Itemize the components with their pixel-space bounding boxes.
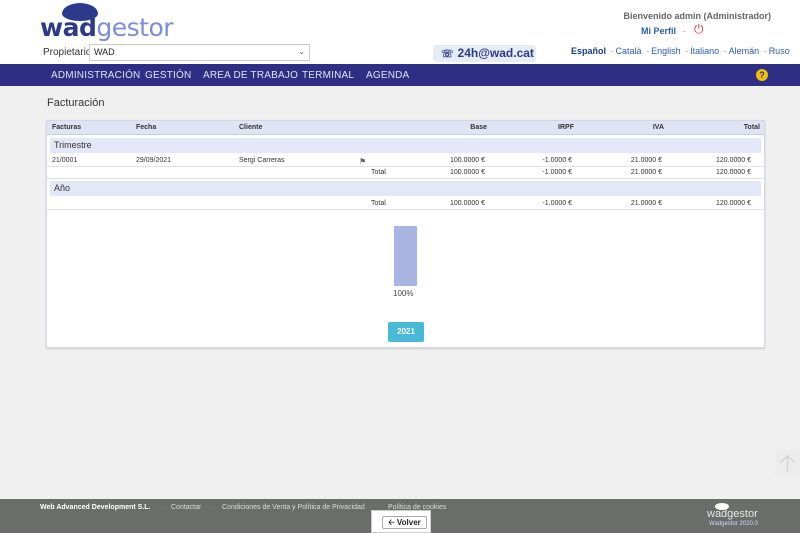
- propietario-value: WAD: [94, 47, 115, 57]
- headset-icon: ☏: [441, 49, 454, 60]
- table-header: Facturas Fecha Cliente Base IRPF IVA Tot…: [47, 121, 764, 135]
- nav-item-administracion[interactable]: ADMINISTRACIÓN: [51, 70, 140, 81]
- col-cliente[interactable]: Cliente: [239, 124, 262, 131]
- cell-iva: 21.0000 €: [630, 157, 662, 164]
- flag-icon[interactable]: ⚑: [359, 157, 366, 166]
- total-base: 100.0000 €: [449, 169, 485, 176]
- top-header: wadgestor Propietario WAD ⌄ ☏ 24h@wad.cat…: [0, 0, 800, 64]
- chart-bar[interactable]: [394, 226, 417, 286]
- cell-base: 100.0000 €: [449, 157, 485, 164]
- chevron-down-icon: ⌄: [298, 47, 305, 56]
- total-base: 100.0000 €: [449, 200, 485, 207]
- total-label: Total: [371, 200, 386, 207]
- footer-logo-text: wadgestor: [707, 508, 758, 520]
- page-title: Facturación: [47, 97, 105, 109]
- section-ano: Año: [50, 181, 761, 196]
- col-irpf[interactable]: IRPF: [558, 124, 574, 131]
- year-2021-button[interactable]: 2021: [388, 322, 424, 342]
- footer-version: Wadgestor 2020.0: [709, 521, 758, 527]
- propietario-select[interactable]: WAD ⌄: [89, 44, 310, 61]
- lang-espanol[interactable]: Español: [571, 46, 606, 56]
- cell-total: 120.0000 €: [715, 157, 751, 164]
- total-iva: 21.0000 €: [630, 200, 662, 207]
- col-total[interactable]: Total: [744, 124, 760, 131]
- support-phone-badge: ☏ 24h@wad.cat: [433, 45, 536, 62]
- total-irpf: -1.0000 €: [542, 200, 572, 207]
- cell-fecha: 29/09/2021: [136, 157, 172, 164]
- footer-logo: wadgestor Wadgestor 2020.0: [705, 503, 765, 531]
- lang-aleman[interactable]: Alemán: [729, 46, 760, 56]
- lang-italiano[interactable]: Italiano: [690, 46, 719, 56]
- total-label: Total: [371, 169, 386, 176]
- section-trimestre: Trimestre: [50, 138, 761, 153]
- logo-text-wad: wad: [40, 13, 97, 42]
- support-phone-text: 24h@wad.cat: [457, 46, 534, 60]
- cell-cliente: Sergi Carreras: [239, 157, 285, 164]
- logo-text-gestor: gestor: [96, 13, 174, 42]
- footer-link-contactar[interactable]: Contactar: [171, 504, 201, 511]
- help-icon[interactable]: ?: [756, 69, 768, 81]
- total-iva: 21.0000 €: [630, 169, 662, 176]
- lang-english[interactable]: English: [651, 46, 681, 56]
- total-total: 120.0000 €: [715, 169, 751, 176]
- language-switcher: Español - Català - English - Italiano - Alem…: [571, 46, 790, 56]
- nav-item-terminal[interactable]: TERMINAL: [302, 70, 354, 81]
- total-irpf: -1.0000 €: [542, 169, 572, 176]
- lang-catala[interactable]: Català: [616, 46, 642, 56]
- footer-link-condiciones[interactable]: Condiciones de Venta y Política de Priva…: [222, 504, 365, 511]
- chart-percent-label: 100%: [393, 289, 414, 298]
- col-base[interactable]: Base: [470, 124, 487, 131]
- facturacion-panel: Facturas Fecha Cliente Base IRPF IVA Tot…: [46, 120, 765, 348]
- trimestre-total-row: Total 100.0000 € -1.0000 € 21.0000 € 120…: [47, 167, 764, 179]
- scroll-to-top-icon[interactable]: 🡡: [775, 450, 800, 477]
- col-fecha[interactable]: Fecha: [136, 124, 156, 131]
- cell-factura[interactable]: 21/0001: [52, 157, 77, 164]
- nav-item-gestion[interactable]: GESTIÓN: [145, 70, 191, 81]
- power-logout-icon[interactable]: ⏻: [694, 23, 707, 36]
- mi-perfil-link[interactable]: Mi Perfil: [641, 26, 676, 36]
- arrow-left-icon: 🡠: [388, 518, 395, 527]
- table-row[interactable]: 21/0001 29/09/2021 Sergi Carreras ⚑ 100.…: [47, 155, 764, 167]
- lang-ruso[interactable]: Ruso: [769, 46, 790, 56]
- main-nav: ADMINISTRACIÓN GESTIÓN AREA DE TRABAJO T…: [0, 64, 800, 86]
- total-total: 120.0000 €: [715, 200, 751, 207]
- volver-button[interactable]: 🡠 Volver: [382, 516, 427, 529]
- col-facturas[interactable]: Facturas: [52, 124, 81, 131]
- footer-company: Web Advanced Development S.L.: [40, 504, 151, 511]
- wadgestor-logo[interactable]: wadgestor: [40, 3, 174, 42]
- col-iva[interactable]: IVA: [653, 124, 664, 131]
- header-separator: -: [683, 26, 686, 36]
- nav-item-agenda[interactable]: AGENDA: [366, 70, 409, 81]
- nav-item-area-de-trabajo[interactable]: AREA DE TRABAJO: [203, 70, 298, 81]
- welcome-text: Bienvenido admin (Administrador): [623, 11, 771, 21]
- cell-irpf: -1.0000 €: [542, 157, 572, 164]
- ano-total-row: Total 100.0000 € -1.0000 € 21.0000 € 120…: [47, 198, 764, 210]
- propietario-label: Propietario: [43, 47, 92, 58]
- volver-label: Volver: [396, 518, 421, 527]
